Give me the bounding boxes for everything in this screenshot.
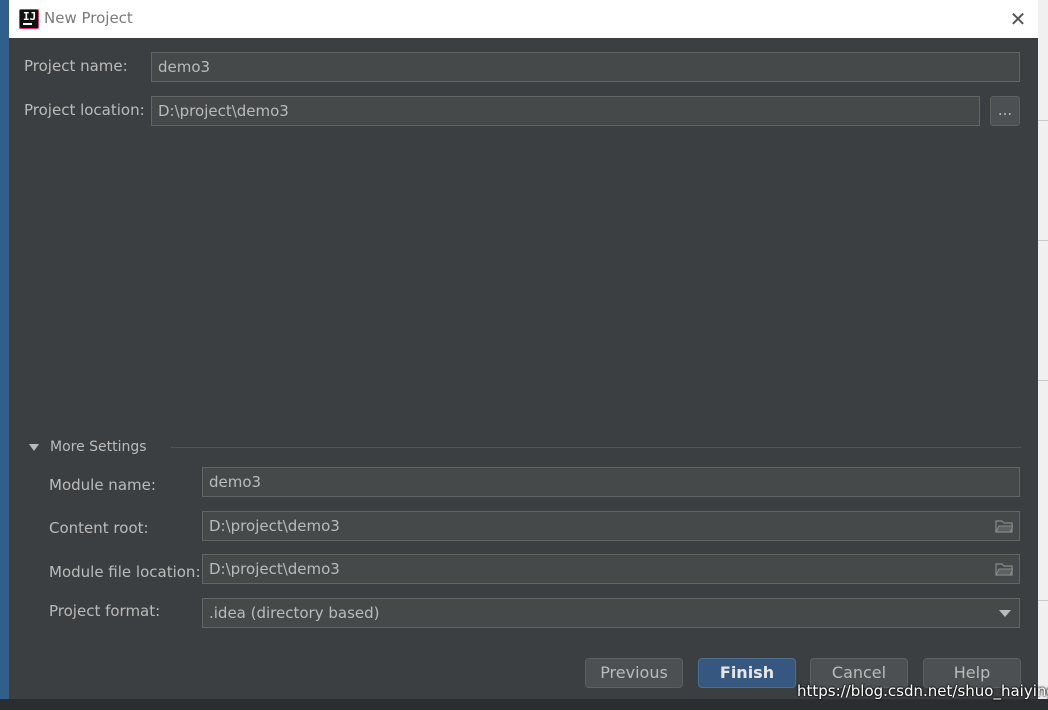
new-project-dialog: IJ New Project ✕ Project name: demo3 Pro… (9, 0, 1038, 699)
content-root-label: Content root: (49, 519, 149, 537)
project-name-input[interactable]: demo3 (151, 52, 1020, 82)
browse-button[interactable]: ... (990, 96, 1020, 126)
module-file-location-value: D:\project\demo3 (209, 560, 340, 578)
window-title: New Project (44, 9, 133, 27)
project-name-label: Project name: (24, 57, 128, 75)
watermark-text: https://blog.csdn.net/shuo_haiying (797, 682, 1048, 700)
project-format-value: .idea (directory based) (209, 604, 380, 622)
module-name-input[interactable]: demo3 (202, 467, 1020, 497)
more-settings-toggle[interactable]: More Settings (50, 439, 147, 455)
project-location-input[interactable]: D:\project\demo3 (151, 96, 980, 126)
section-separator (171, 447, 1021, 448)
project-format-label: Project format: (49, 602, 161, 620)
close-icon[interactable]: ✕ (1005, 6, 1031, 32)
content-root-input[interactable]: D:\project\demo3 (202, 511, 1020, 541)
desktop-background-left (0, 0, 9, 710)
project-location-label: Project location: (24, 101, 145, 119)
module-name-label: Module name: (49, 476, 156, 494)
title-bar: IJ New Project ✕ (9, 0, 1038, 38)
content-root-value: D:\project\demo3 (209, 517, 340, 535)
finish-button[interactable]: Finish (698, 658, 796, 688)
chevron-down-icon (999, 610, 1011, 617)
intellij-app-icon: IJ (19, 9, 39, 29)
module-file-location-label: Module file location: (49, 563, 201, 581)
taskbar (0, 699, 1048, 710)
folder-icon[interactable] (995, 562, 1013, 576)
previous-button[interactable]: Previous (585, 658, 683, 688)
desktop-background-right (1038, 0, 1048, 710)
project-format-select[interactable]: .idea (directory based) (202, 598, 1020, 628)
module-file-location-input[interactable]: D:\project\demo3 (202, 554, 1020, 584)
triangle-down-icon[interactable] (29, 444, 39, 451)
folder-icon[interactable] (995, 519, 1013, 533)
